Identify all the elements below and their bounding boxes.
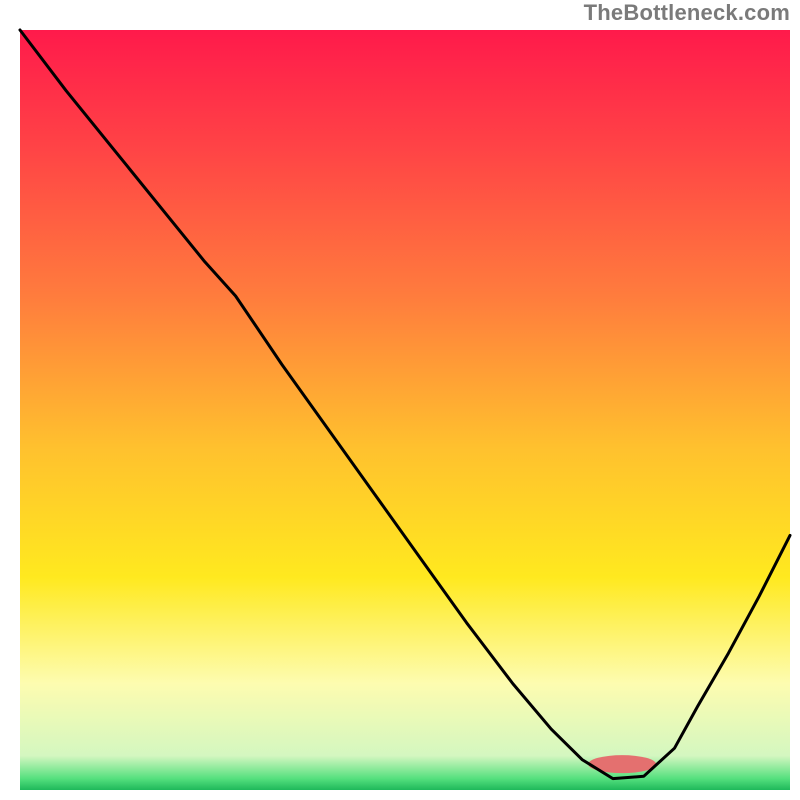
chart-svg xyxy=(0,0,800,800)
watermark-text: TheBottleneck.com xyxy=(584,0,790,26)
plot-background xyxy=(20,30,790,790)
chart-stage: TheBottleneck.com xyxy=(0,0,800,800)
